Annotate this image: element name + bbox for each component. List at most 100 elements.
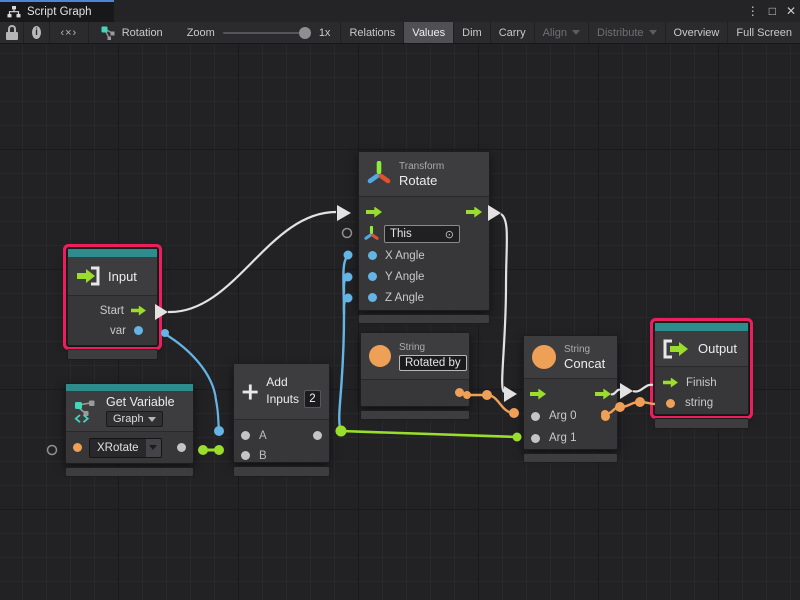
zoom-value: 1x xyxy=(319,27,331,39)
add-icon xyxy=(242,379,258,405)
carry-toggle[interactable]: Carry xyxy=(491,22,535,43)
value-output-port[interactable] xyxy=(134,326,143,335)
event-strip xyxy=(655,323,748,331)
value-input-port[interactable] xyxy=(241,431,250,440)
node-input[interactable]: Input Start var xyxy=(67,248,158,346)
node-title: Rotate xyxy=(399,173,444,188)
chevron-down-icon xyxy=(146,439,161,457)
port-label: Z Angle xyxy=(385,292,424,304)
flow-output-port[interactable] xyxy=(595,389,611,400)
port-label: var xyxy=(110,325,126,337)
node-add-header[interactable]: Add Inputs 2 xyxy=(234,364,329,420)
variable-icon xyxy=(74,400,98,423)
flow-input-port[interactable] xyxy=(663,378,678,388)
embed-graph-button[interactable]: ‹×› xyxy=(50,22,89,43)
value-input-port[interactable] xyxy=(666,399,675,408)
port-label: Finish xyxy=(686,377,717,389)
value-output-port[interactable] xyxy=(601,412,610,421)
value-input-port[interactable] xyxy=(241,451,250,460)
variable-name-dropdown[interactable]: XRotate xyxy=(89,438,162,458)
port-label: B xyxy=(259,450,267,462)
zoom-slider-handle[interactable] xyxy=(299,27,311,39)
flow-input-port[interactable] xyxy=(530,389,546,400)
unity-script-graph-window: { "window": { "tab_title": "Script Graph… xyxy=(0,0,800,600)
graph-toolbar: i ‹×› Rotation Zoom 1x Relations Values … xyxy=(0,22,800,44)
node-get-variable-header[interactable]: Get Variable Graph xyxy=(66,391,193,432)
node-title: Output xyxy=(698,341,737,356)
flow-output-port[interactable] xyxy=(466,207,482,218)
node-string-literal[interactable]: String Rotated by xyxy=(360,332,470,407)
code-icon: ‹×› xyxy=(60,27,77,39)
flow-output-port[interactable] xyxy=(131,306,146,316)
string-icon xyxy=(369,345,391,367)
graph-name: Rotation xyxy=(89,22,177,43)
value-input-port[interactable] xyxy=(73,443,82,452)
value-output-port[interactable] xyxy=(455,388,464,397)
node-concat-header[interactable]: String Concat xyxy=(524,336,617,379)
node-transform-rotate[interactable]: Transform Rotate This ⊙ X Angle Y xyxy=(358,151,490,311)
graph-tab-icon xyxy=(7,6,21,18)
node-title: Input xyxy=(108,269,137,284)
lock-button[interactable] xyxy=(0,22,24,43)
zoom-slider[interactable] xyxy=(223,32,311,34)
value-input-port[interactable] xyxy=(368,251,377,260)
lock-icon xyxy=(6,25,18,40)
node-get-variable[interactable]: Get Variable Graph XRotate xyxy=(65,383,194,464)
node-add-inputs[interactable]: Add Inputs 2 A B xyxy=(233,363,330,463)
chevron-down-icon xyxy=(572,30,580,35)
graph-asset-icon xyxy=(101,26,116,40)
window-menu-icon[interactable]: ⋮ xyxy=(747,4,759,18)
relations-toggle[interactable]: Relations xyxy=(341,22,404,43)
node-title-line2: Inputs xyxy=(266,392,299,406)
string-value-field[interactable]: Rotated by xyxy=(399,355,467,371)
inspect-button[interactable]: i xyxy=(24,22,50,43)
title-bar: Script Graph ⋮ □ ✕ xyxy=(0,0,800,22)
variable-kind-dropdown[interactable]: Graph xyxy=(106,411,163,427)
value-output-port[interactable] xyxy=(313,431,322,440)
fullscreen-button[interactable]: Full Screen xyxy=(728,22,800,43)
node-footer xyxy=(67,349,158,360)
values-toggle[interactable]: Values xyxy=(404,22,454,43)
overview-button[interactable]: Overview xyxy=(666,22,729,43)
transform-mini-icon xyxy=(364,226,379,242)
node-rotate-header[interactable]: Transform Rotate xyxy=(359,152,489,197)
info-icon: i xyxy=(32,26,41,39)
value-input-port[interactable] xyxy=(531,434,540,443)
node-string-header[interactable]: String Rotated by xyxy=(361,333,469,380)
node-footer xyxy=(360,410,470,420)
maximize-icon[interactable]: □ xyxy=(769,4,776,18)
node-footer xyxy=(233,466,330,477)
port-label: X Angle xyxy=(385,250,425,262)
distribute-dropdown[interactable]: Distribute xyxy=(589,22,665,43)
chevron-down-icon xyxy=(649,30,657,35)
value-input-port[interactable] xyxy=(531,412,540,421)
node-input-header[interactable]: Input xyxy=(68,257,157,296)
node-string-concat[interactable]: String Concat Arg 0 Arg 1 xyxy=(523,335,618,450)
dim-toggle[interactable]: Dim xyxy=(454,22,491,43)
align-dropdown[interactable]: Align xyxy=(535,22,589,43)
node-output[interactable]: Output Finish string xyxy=(654,322,749,415)
node-title-line1: Add xyxy=(266,375,321,389)
port-label: Arg 1 xyxy=(549,432,577,444)
node-footer xyxy=(358,314,490,324)
variable-strip xyxy=(66,384,193,391)
transform-icon xyxy=(367,161,391,187)
node-title: Concat xyxy=(564,356,605,371)
close-icon[interactable]: ✕ xyxy=(786,4,796,18)
value-output-port[interactable] xyxy=(177,443,186,452)
port-label: Y Angle xyxy=(385,271,424,283)
zoom-label: Zoom xyxy=(187,27,215,39)
value-input-port[interactable] xyxy=(368,293,377,302)
this-object-field[interactable]: This ⊙ xyxy=(384,225,460,243)
flow-input-port[interactable] xyxy=(366,207,382,218)
node-output-header[interactable]: Output xyxy=(655,331,748,367)
node-footer xyxy=(65,467,194,477)
target-picker-icon[interactable]: ⊙ xyxy=(445,228,454,241)
value-input-port[interactable] xyxy=(368,272,377,281)
string-icon xyxy=(532,345,556,369)
input-count-field[interactable]: 2 xyxy=(304,390,321,408)
node-title: Get Variable xyxy=(106,395,175,409)
tab-script-graph[interactable]: Script Graph xyxy=(0,0,114,22)
node-footer xyxy=(654,418,749,429)
input-icon xyxy=(76,266,100,286)
